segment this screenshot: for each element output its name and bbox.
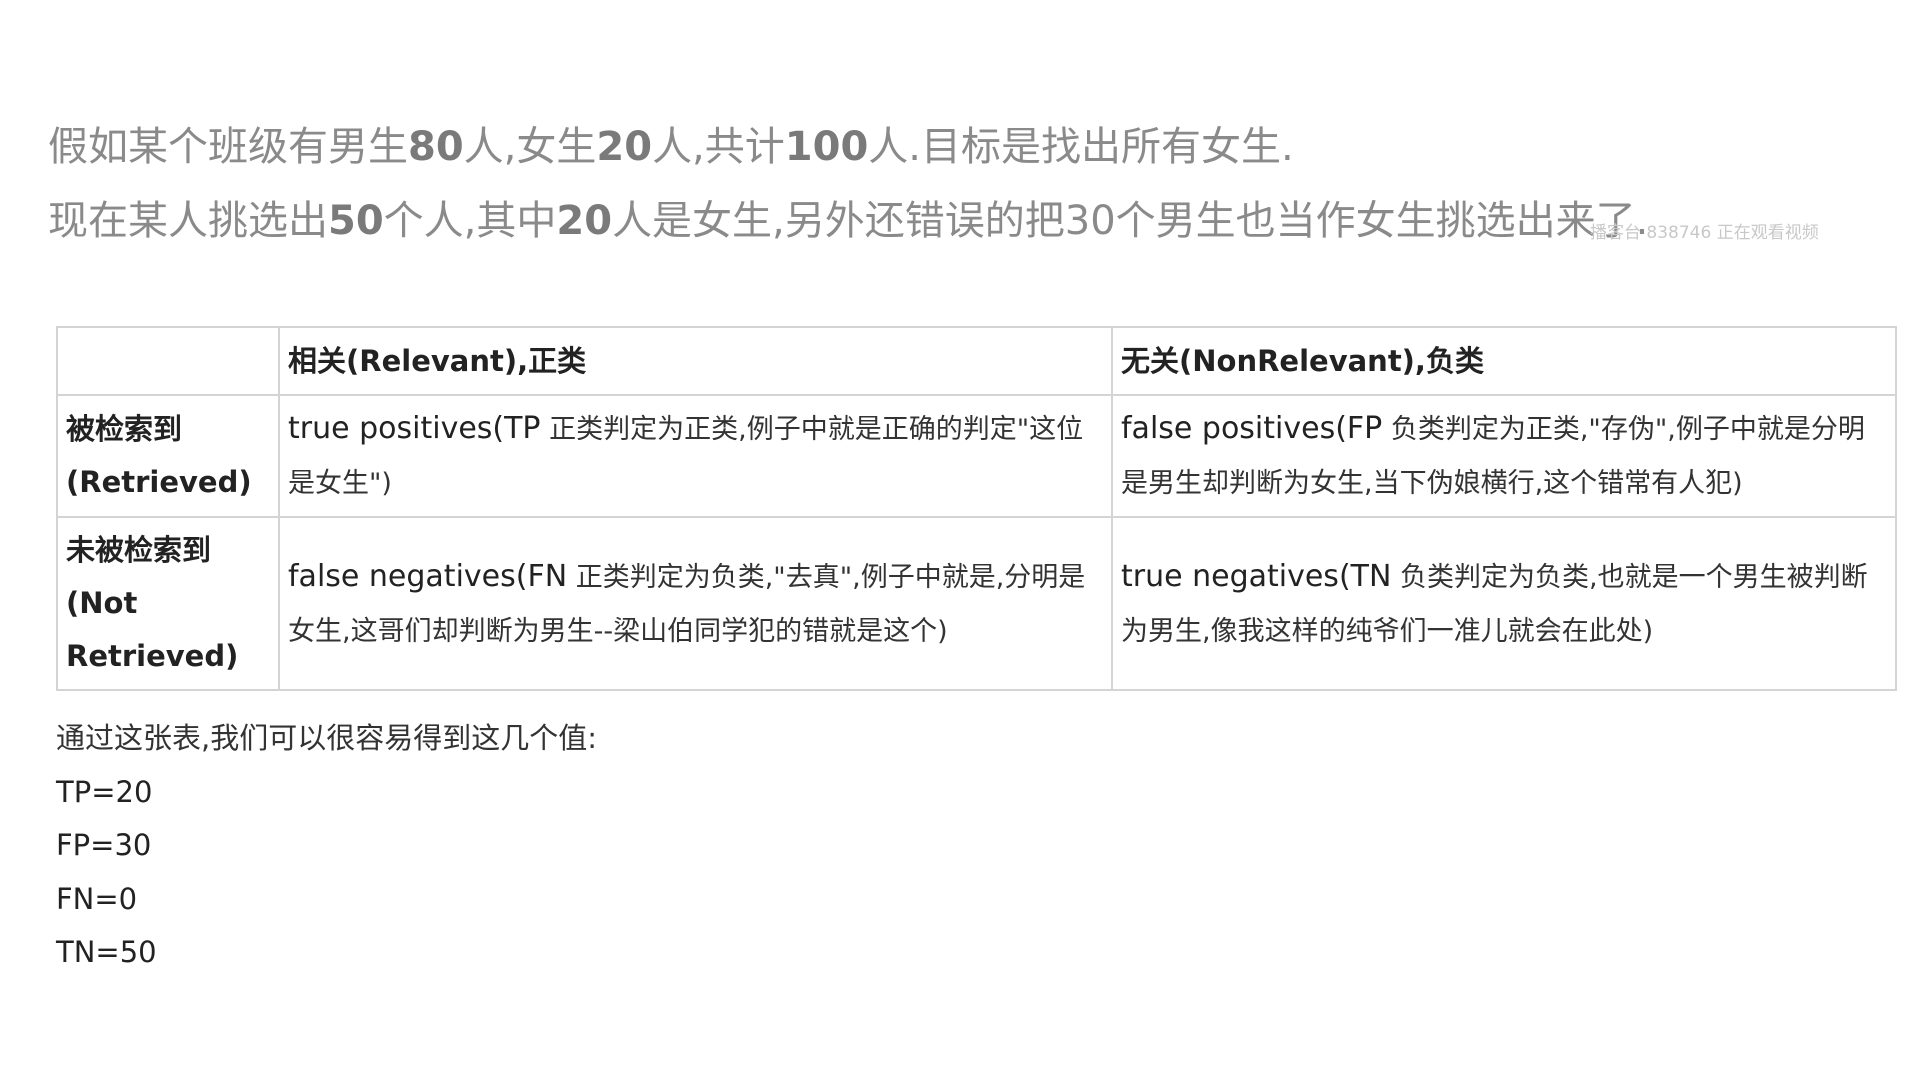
header-nonrelevant-class: 负类	[1425, 343, 1484, 378]
intro-text: 假如某个班级有男生	[48, 124, 408, 170]
summary-intro: 通过这张表,我们可以很容易得到这几个值:	[56, 721, 597, 755]
boys-count: 80	[408, 124, 464, 170]
fp-term: false positives(FP	[1121, 411, 1383, 446]
row-label-cn: 未被检索到	[66, 533, 212, 567]
row-label-cn: 被检索到	[66, 412, 183, 446]
girls-count: 20	[596, 124, 653, 170]
row-label-en: (Not Retrieved)	[66, 586, 239, 673]
fp-value: FP=30	[56, 828, 152, 862]
cell-false-positives: false positives(FP 负类判定为正类,"存伪",例子中就是分明是…	[1111, 394, 1897, 518]
selected-count: 50	[328, 198, 384, 244]
intro-text: 人是女生,另外还错误的把30个男生也当作女生挑选出来了.	[612, 198, 1649, 244]
intro-paragraph: 假如某个班级有男生80人,女生20人,共计100人.目标是找出所有女生. 现在某…	[48, 110, 1848, 258]
summary-values: 通过这张表,我们可以很容易得到这几个值: TP=20 FP=30 FN=0 TN…	[56, 712, 597, 980]
intro-text: 人,女生	[463, 124, 597, 170]
row-label-en: (Retrieved)	[66, 465, 252, 499]
total-count: 100	[784, 124, 869, 170]
intro-text: 个人,其中	[383, 198, 557, 244]
tn-value: TN=50	[56, 935, 157, 969]
fn-term: false negatives(FN	[288, 558, 568, 594]
header-nonrelevant-label: 无关(NonRelevant),	[1121, 343, 1426, 378]
cell-true-negatives: true negatives(TN 负类判定为负类,也就是一个男生被判断为男生,…	[1111, 516, 1897, 691]
header-relevant: 相关(Relevant),正类	[278, 326, 1113, 396]
intro-text: 人,共计	[652, 124, 785, 170]
fn-value: FN=0	[56, 881, 138, 916]
viewer-watermark: 播客台 838746 正在观看视频	[1590, 223, 1819, 243]
table-header-row: 相关(Relevant),正类 无关(NonRelevant),负类	[56, 326, 1897, 396]
table-corner-cell	[56, 326, 280, 396]
cell-true-positives: true positives(TP 正类判定为正类,例子中就是正确的判定"这位是…	[278, 394, 1113, 518]
intro-text: 现在某人挑选出	[48, 198, 328, 244]
intro-line-1: 假如某个班级有男生80人,女生20人,共计100人.目标是找出所有女生.	[48, 110, 1848, 184]
tn-term: true negatives(TN	[1121, 558, 1392, 594]
table-row-not-retrieved: 未被检索到 (Not Retrieved) false negatives(FN …	[56, 516, 1897, 691]
row-label-retrieved: 被检索到 (Retrieved)	[56, 394, 280, 518]
header-relevant-label: 相关(Relevant),	[288, 343, 529, 378]
confusion-matrix-table: 相关(Relevant),正类 无关(NonRelevant),负类 被检索到 (…	[56, 326, 1897, 691]
intro-text: 人.目标是找出所有女生.	[868, 124, 1294, 170]
intro-line-2: 现在某人挑选出50个人,其中20人是女生,另外还错误的把30个男生也当作女生挑选…	[48, 184, 1848, 258]
table-row-retrieved: 被检索到 (Retrieved) true positives(TP 正类判定为正…	[56, 394, 1897, 518]
header-relevant-class: 正类	[528, 343, 587, 378]
selected-girls-count: 20	[556, 198, 613, 244]
tp-value: TP=20	[56, 774, 153, 809]
row-label-not-retrieved: 未被检索到 (Not Retrieved)	[56, 516, 280, 691]
cell-false-negatives: false negatives(FN 正类判定为负类,"去真",例子中就是,分明…	[278, 516, 1113, 691]
tp-term: true positives(TP	[288, 411, 541, 446]
header-nonrelevant: 无关(NonRelevant),负类	[1111, 326, 1897, 396]
